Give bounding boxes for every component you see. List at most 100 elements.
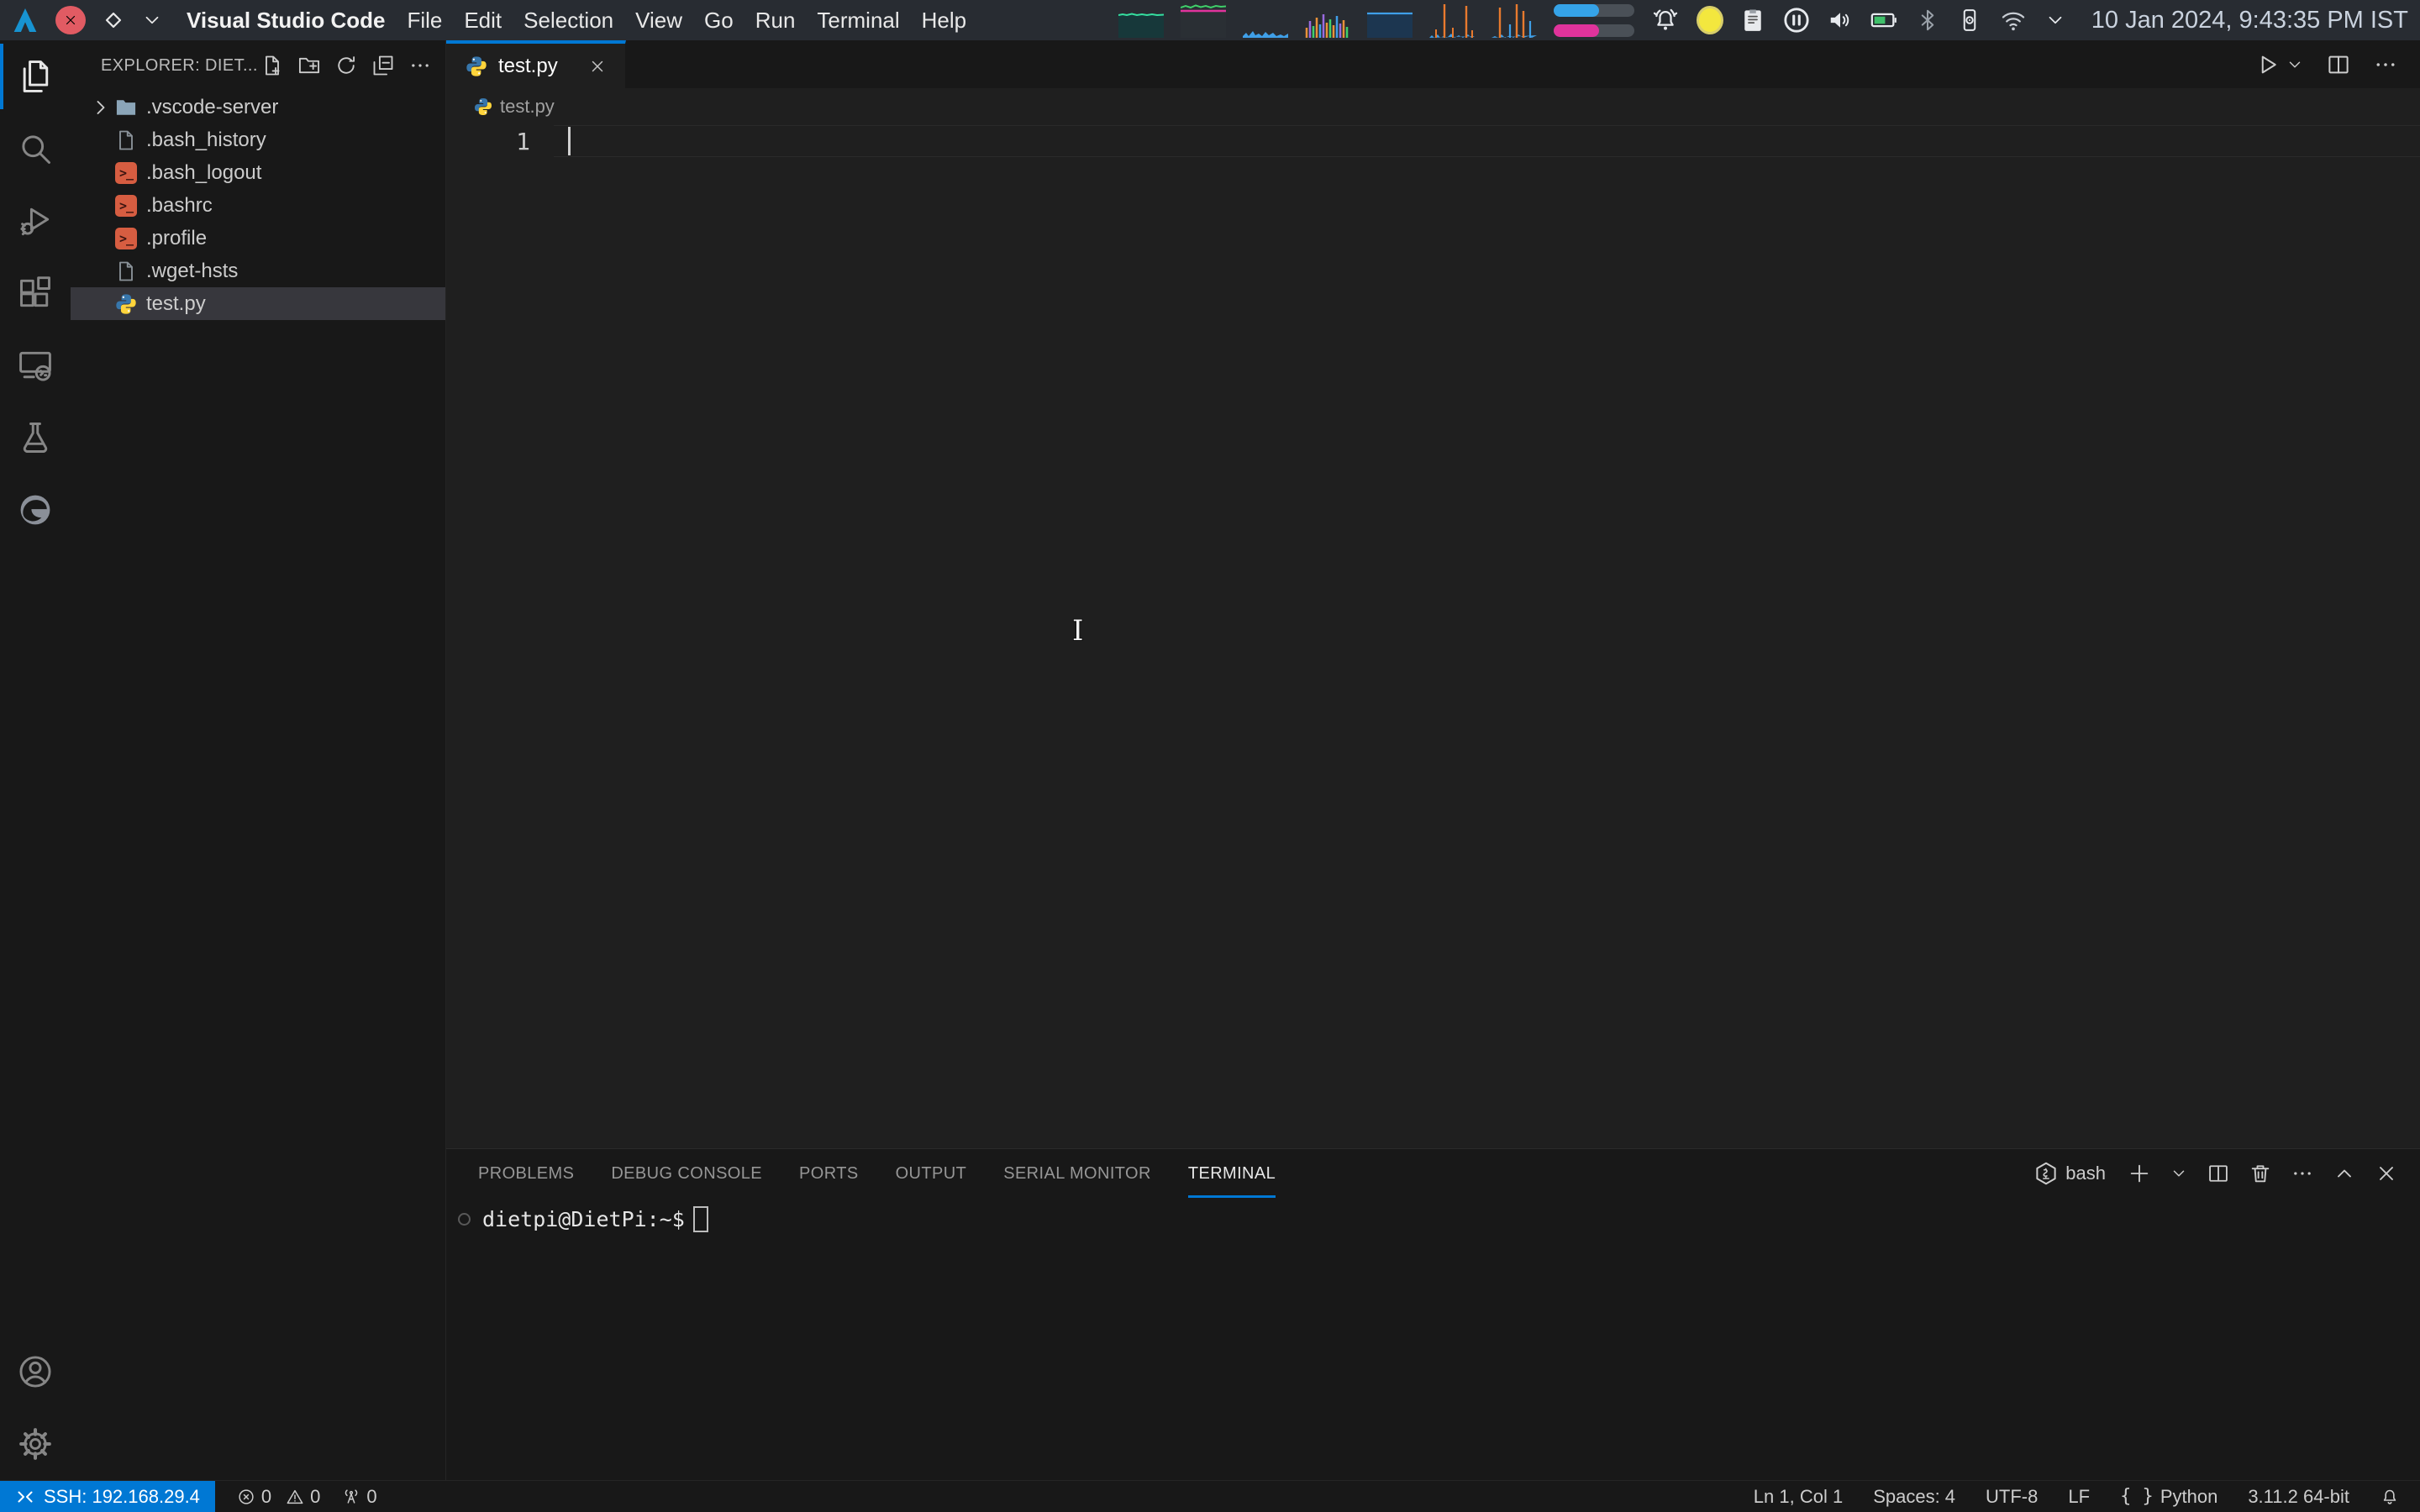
clipboard-icon[interactable] <box>1740 8 1765 33</box>
tab-serial-monitor[interactable]: SERIAL MONITOR <box>1003 1149 1151 1198</box>
notifications-bell-icon[interactable] <box>2380 1487 2400 1507</box>
tab-test-py[interactable]: test.py <box>446 40 626 88</box>
arch-logo-icon[interactable] <box>12 7 39 34</box>
shell-file-icon: >_ <box>115 162 137 184</box>
new-file-icon[interactable] <box>260 54 284 77</box>
more-actions-icon[interactable] <box>408 54 432 77</box>
status-dot-icon[interactable] <box>1697 6 1723 34</box>
terminal[interactable]: dietpi@DietPi:~$ <box>446 1198 2420 1480</box>
menu-selection[interactable]: Selection <box>523 8 613 34</box>
activity-remote-explorer-button[interactable] <box>0 329 71 402</box>
new-terminal-icon[interactable] <box>2128 1162 2151 1185</box>
io-graph-widget[interactable] <box>1429 3 1475 38</box>
menubar: File Edit Selection View Go Run Terminal… <box>407 8 966 34</box>
cursor-position-status[interactable]: Ln 1, Col 1 <box>1754 1486 1843 1508</box>
tree-item-test-py[interactable]: test.py <box>71 287 445 320</box>
notifications-bell-icon[interactable] <box>1651 6 1680 34</box>
activity-edge-tools-button[interactable] <box>0 474 71 546</box>
activity-extensions-button[interactable] <box>0 257 71 329</box>
close-panel-icon[interactable] <box>2375 1162 2398 1185</box>
menu-view[interactable]: View <box>635 8 682 34</box>
terminal-shell-chip[interactable]: bash <box>2033 1161 2106 1186</box>
split-terminal-icon[interactable] <box>2207 1162 2230 1185</box>
window-close-button[interactable] <box>55 6 86 34</box>
file-icon <box>114 260 138 283</box>
problems-status[interactable]: 0 0 <box>237 1486 321 1508</box>
window-chevron-down-icon[interactable] <box>141 9 163 31</box>
breadcrumb-label: test.py <box>500 96 555 118</box>
wifi-icon[interactable] <box>1999 6 2028 34</box>
menu-terminal[interactable]: Terminal <box>817 8 899 34</box>
encoding-status[interactable]: UTF-8 <box>1986 1486 2038 1508</box>
tree-item-vscode-server[interactable]: .vscode-server <box>71 91 445 123</box>
battery-icon[interactable] <box>1870 6 1898 34</box>
menu-go[interactable]: Go <box>704 8 734 34</box>
menu-edit[interactable]: Edit <box>464 8 502 34</box>
activity-explorer-button[interactable] <box>0 40 71 113</box>
kill-terminal-icon[interactable] <box>2249 1162 2272 1185</box>
network-graph-widget[interactable] <box>1243 3 1288 38</box>
cpu-graph-widget[interactable] <box>1118 3 1164 38</box>
panel-more-actions-icon[interactable] <box>2291 1162 2314 1185</box>
error-icon <box>237 1488 255 1506</box>
ports-broadcast-icon <box>342 1488 360 1506</box>
breadcrumb[interactable]: test.py <box>446 88 2420 125</box>
process-graph-widget[interactable] <box>1491 3 1537 38</box>
file-tree: .vscode-server .bash_history >_ .bash_lo… <box>71 91 445 320</box>
media-pause-icon[interactable] <box>1782 6 1811 34</box>
volume-icon[interactable] <box>1828 8 1853 33</box>
menu-file[interactable]: File <box>407 8 442 34</box>
tree-item-bash-logout[interactable]: >_ .bash_logout <box>71 156 445 189</box>
refresh-icon[interactable] <box>334 54 358 77</box>
disk-graph-widget[interactable] <box>1367 3 1413 38</box>
python-interpreter-status[interactable]: 3.11.2 64-bit <box>2248 1486 2349 1508</box>
file-label: .bash_history <box>146 129 266 152</box>
phone-icon[interactable] <box>1957 8 1982 33</box>
activity-testing-button[interactable] <box>0 402 71 474</box>
tab-debug-console[interactable]: DEBUG CONSOLE <box>611 1149 762 1198</box>
window-diamond-icon[interactable] <box>103 9 124 31</box>
shell-file-icon: >_ <box>115 228 137 249</box>
core-load-graph-widget[interactable] <box>1305 3 1350 38</box>
activity-search-button[interactable] <box>0 113 71 185</box>
tree-item-bash-history[interactable]: .bash_history <box>71 123 445 156</box>
menu-run[interactable]: Run <box>755 8 796 34</box>
activity-run-debug-button[interactable] <box>0 185 71 257</box>
new-folder-icon[interactable] <box>297 54 321 77</box>
run-python-file-button[interactable] <box>2255 52 2304 77</box>
tree-item-wget-hsts[interactable]: .wget-hsts <box>71 255 445 287</box>
terminal-dropdown-chevron-icon[interactable] <box>2170 1164 2188 1183</box>
remote-icon <box>15 1487 35 1507</box>
run-dropdown-chevron-icon[interactable] <box>2286 55 2304 74</box>
tab-output[interactable]: OUTPUT <box>896 1149 967 1198</box>
clock[interactable]: 10 Jan 2024, 9:43:35 PM IST <box>2091 7 2408 34</box>
slider-bottom[interactable] <box>1554 24 1634 37</box>
language-status[interactable]: { } Python <box>2120 1486 2217 1508</box>
editor-pane[interactable]: 1 <box>446 125 2420 1148</box>
maximize-panel-icon[interactable] <box>2333 1162 2356 1185</box>
ports-status[interactable]: 0 <box>342 1486 376 1508</box>
indentation-status[interactable]: Spaces: 4 <box>1873 1486 1955 1508</box>
bluetooth-icon[interactable] <box>1915 8 1940 33</box>
collapse-all-icon[interactable] <box>371 54 395 77</box>
tray-chevron-down-icon[interactable] <box>2044 9 2066 31</box>
editor-more-actions-icon[interactable] <box>2373 52 2398 77</box>
slider-top[interactable] <box>1554 4 1634 17</box>
memory-graph-widget[interactable] <box>1181 3 1226 38</box>
edge-tools-icon <box>17 491 54 528</box>
tab-problems[interactable]: PROBLEMS <box>478 1149 574 1198</box>
shell-label: bash <box>2065 1163 2106 1184</box>
settings-button[interactable] <box>0 1408 71 1480</box>
split-editor-icon[interactable] <box>2326 52 2351 77</box>
tab-terminal[interactable]: TERMINAL <box>1188 1149 1276 1198</box>
tray-sliders-widget[interactable] <box>1554 4 1634 37</box>
tab-ports[interactable]: PORTS <box>799 1149 859 1198</box>
menu-help[interactable]: Help <box>922 8 966 34</box>
remote-status-button[interactable]: SSH: 192.168.29.4 <box>0 1481 215 1512</box>
tree-item-bashrc[interactable]: >_ .bashrc <box>71 189 445 222</box>
eol-status[interactable]: LF <box>2068 1486 2090 1508</box>
tree-item-profile[interactable]: >_ .profile <box>71 222 445 255</box>
accounts-button[interactable] <box>0 1336 71 1408</box>
tab-close-icon[interactable] <box>585 54 610 79</box>
file-label: .wget-hsts <box>146 260 238 283</box>
